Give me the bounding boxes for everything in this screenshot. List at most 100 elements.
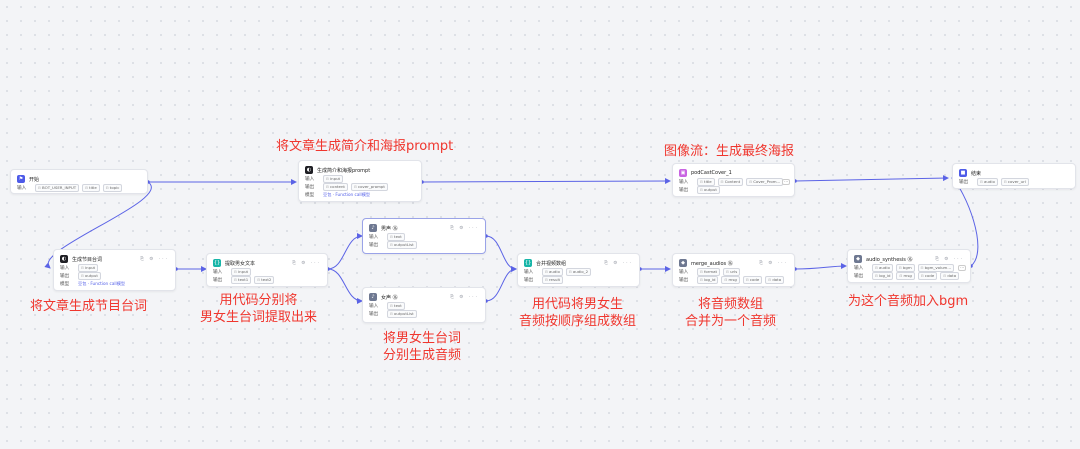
param-chip: input [231,268,252,276]
edge-female-combine [485,266,517,302]
node-female-voice[interactable]: ♪ 女声 ⑯ ⎘ ⚙ ··· 输入 text 输出 outputList [362,287,486,323]
input-label: 输入 [305,177,315,182]
model-link[interactable]: 豆包 · Function call模型 [323,192,370,198]
node-title: podCastCover_1 [691,170,732,176]
param-chip: outputList [387,310,417,318]
param-chip: title [697,178,715,186]
node-podcast[interactable]: ▣ podCastCover_1 输入 titleContentCover_Prom… [672,163,795,197]
annotation-text: 音频按顺序组成数组 [519,314,637,329]
param-chip: Cover_Prom... [746,178,784,186]
annotation-text: 图像流：生成最终海报 [664,144,795,159]
param-chip: audio [872,264,893,272]
output-label: 输出 [305,185,315,190]
param-chip: topic [102,184,123,192]
output-label: 输出 [679,278,689,283]
param-chip: data [765,276,785,284]
node-tools[interactable]: ⎘ ⚙ ··· [140,256,169,262]
node-tools[interactable]: ⎘ ⚙ ··· [604,260,633,266]
param-chip: code [742,276,763,284]
code-icon: {} [213,259,221,267]
llm-icon: ◐ [60,255,68,263]
param-chip: cover_url [1000,178,1029,186]
code-icon: {} [524,259,532,267]
param-chip: content [323,183,348,191]
edge-extract-male [327,233,363,270]
node-tools[interactable]: ⎘ ⚙ ··· [450,225,479,231]
param-chip: audio_2 [565,268,592,276]
input-label: 输入 [679,180,689,185]
node-start[interactable]: ⚑ 开始 输入 BOT_USER_INPUT title topic [10,169,148,194]
annotation-text: 将男女生台词 [383,331,462,346]
node-title: merge_audios ⑯ [691,260,733,267]
end-icon: ■ [959,169,967,177]
param-chip: BOT_USER_INPUT [35,184,80,192]
more-icon[interactable]: ··· [782,179,790,185]
param-chip: msg [721,276,740,284]
node-tools[interactable]: ⎘ ⚙ ··· [450,294,479,300]
node-title: 生成简介和海报prompt [317,167,371,174]
model-link[interactable]: 豆包 · Function call模型 [78,281,125,287]
annotation-order-array: 用代码将男女生 音频按顺序组成数组 [519,296,636,330]
node-summary[interactable]: ◐ 生成简介和海报prompt 输入 input 输出 contentcover_pr… [298,160,422,202]
annotation-bgm: 为这个音频加入bgm [848,293,968,310]
annotation-text: 将文章生成简介和海报prompt [276,139,454,154]
input-label: 输入 [369,235,379,240]
param-chip: bgm_volum... [917,264,955,272]
llm-icon: ◐ [305,166,313,174]
param-chip: text1 [231,276,252,284]
annotation-script-gen: 将文章生成节目台词 [30,298,147,315]
edge-summary-podcast [421,178,671,185]
flag-icon: ⚑ [17,175,25,183]
node-title: 结束 [971,170,982,177]
node-title: 女声 ⑯ [381,294,398,301]
param-chip: title [82,184,100,192]
node-male-voice[interactable]: ♪ 男声 ⑯ ⎘ ⚙ ··· 输入 text 输出 outputList [362,218,486,254]
param-chip: input [323,175,344,183]
node-extract[interactable]: {} 提取男女文本 ⎘ ⚙ ··· 输入 input 输出 text1text2 [206,253,328,287]
node-merge-audios[interactable]: ◆ merge_audios ⑯ ⎘ ⚙ ··· 输入 formaturls 输出 lo… [672,253,795,287]
param-chip: cover_prompt [350,183,388,191]
annotation-text: 合并为一个音频 [685,314,777,329]
node-title: audio_synthesis ⑯ [866,256,913,263]
param-chip: text2 [254,276,275,284]
annotation-merge: 将音频数组 合并为一个音频 [685,296,776,330]
annotation-code-split: 用代码分别将 男女生台词提取出来 [200,292,317,326]
param-chip: audio [977,178,998,186]
edge-male-combine [485,235,517,272]
param-chip: output [78,272,101,280]
param-chip: msg [896,272,915,280]
node-audio-synthesis[interactable]: ◆ audio_synthesis ⑯ ⎘ ⚙ ··· 输入 audiobgmbgm_… [847,249,971,283]
output-label: 输出 [369,243,379,248]
param-chip: audio [542,268,563,276]
edge-podcast-end [794,175,949,182]
annotation-text: 为这个音频加入bgm [848,294,969,309]
param-chip: log_id [872,272,894,280]
node-tools[interactable]: ⎘ ⚙ ··· [935,256,964,262]
image-flow-icon: ▣ [679,169,687,177]
node-combine-array[interactable]: {} 合并视频数组 ⎘ ⚙ ··· 输入 audioaudio_2 输出 result [517,253,640,287]
annotation-text: 男女生台词提取出来 [200,310,318,325]
input-label: 输入 [854,266,864,271]
node-tools[interactable]: ⎘ ⚙ ··· [292,260,321,266]
more-icon[interactable]: ··· [958,265,966,271]
input-label: 输入 [60,266,70,271]
output-label: 输出 [60,274,70,279]
plugin-icon: ◆ [854,255,862,263]
param-chip: text [387,302,405,310]
speech-icon: ♪ [369,224,377,232]
input-label: 输入 [17,186,27,191]
node-end[interactable]: ■ 结束 输出 audiocover_url [952,163,1076,189]
param-chip: result [542,276,564,284]
input-label: 输入 [213,270,223,275]
param-chip: urls [723,268,741,276]
param-chip: bgm [895,264,915,272]
param-chip: outputList [387,241,417,249]
annotation-text: 将音频数组 [698,297,764,312]
output-label: 输出 [524,278,534,283]
param-chip: input [78,264,99,272]
node-script[interactable]: ◐ 生成节目台词 ⎘ ⚙ ··· 输入 input 输出 output 模型 豆包 · F… [53,249,176,291]
input-label: 输入 [369,304,379,309]
annotation-text: 用代码将男女生 [532,297,624,312]
model-label: 模型 [305,193,315,198]
node-tools[interactable]: ⎘ ⚙ ··· [759,260,788,266]
